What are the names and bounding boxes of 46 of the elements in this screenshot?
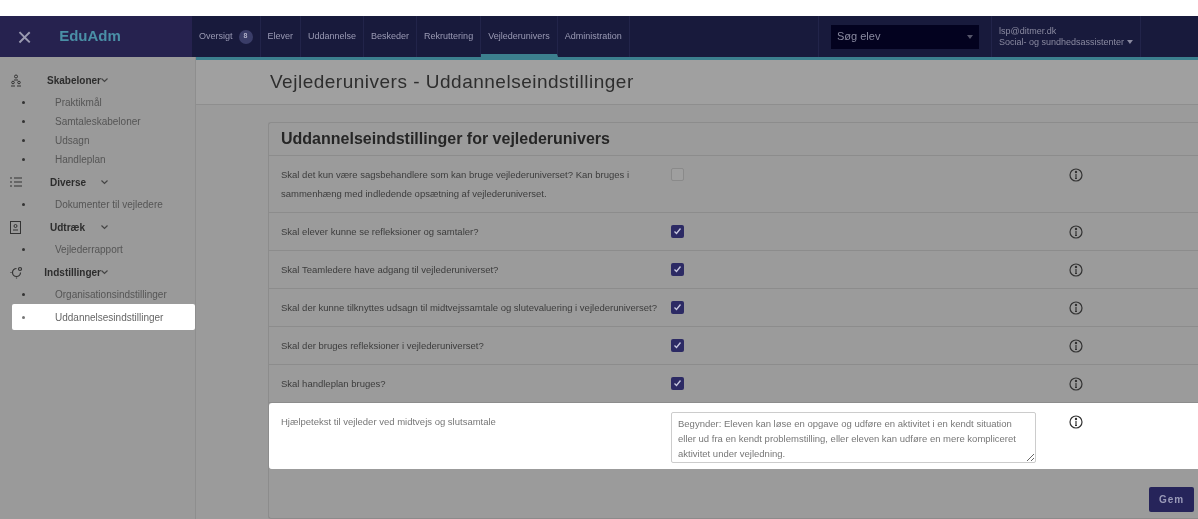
info-icon[interactable] <box>1069 415 1083 429</box>
checkbox[interactable] <box>671 339 684 352</box>
setting-label: Hjælpetekst til vejleder ved midtvejs og slutsamtale <box>281 415 497 429</box>
setting-label: Skal Teamledere have adgang til vejlederuniverset? <box>281 263 500 277</box>
check-icon <box>673 379 682 388</box>
card-title: Uddannelseindstillinger for vejlederunivers <box>281 129 610 149</box>
caret-icon <box>967 34 973 39</box>
sidebar-item[interactable]: Samtaleskabeloner <box>0 112 195 131</box>
text-area[interactable]: Begynder: Eleven kan løse en opgave og udføre en aktivitet i en kendt situation eller ud fra en kendt problemstilling, eller eleven kan udføre en mere kompliceret aktivitet under vejledning. <box>671 412 1036 463</box>
chevron-down-icon <box>101 77 108 83</box>
chevron-down-icon <box>101 224 108 230</box>
search-field[interactable]: Søg elev <box>831 24 979 49</box>
sidebar-item[interactable]: Vejlederrapport <box>0 240 195 259</box>
chevron-down-icon <box>101 179 108 185</box>
sidebar-item[interactable]: Uddannelsesindstillinger <box>12 304 195 330</box>
close-button[interactable]: × <box>17 23 33 50</box>
sidebar-group[interactable]: Skabeloner <box>0 67 196 93</box>
list-icon <box>10 177 22 187</box>
user-email: lsp@ditmer.dk <box>999 25 1058 37</box>
gear-icon <box>10 265 23 279</box>
check-icon <box>673 341 682 350</box>
checkbox[interactable] <box>671 301 684 314</box>
checkbox[interactable] <box>671 225 684 238</box>
people-icon <box>10 73 22 87</box>
sidebar-item[interactable]: Udsagn <box>0 131 195 150</box>
sidebar-item[interactable]: Handleplan <box>0 150 195 169</box>
caret-icon <box>1127 40 1133 44</box>
chevron-down-icon <box>101 269 108 275</box>
document-icon <box>10 220 21 234</box>
sidebar-group[interactable]: Diverse <box>0 169 196 195</box>
checkbox[interactable] <box>671 263 684 276</box>
save-button[interactable]: Gem <box>1149 487 1194 512</box>
role-dropdown[interactable]: Social- og sundhedsassistenter <box>999 36 1133 48</box>
page-title: Vejlederunivers - Uddannelseindstillinger <box>270 69 634 94</box>
setting-label: Skal handleplan bruges? <box>281 377 387 391</box>
check-icon <box>673 303 682 312</box>
check-icon <box>673 227 682 236</box>
app-title: EduAdm <box>59 26 121 47</box>
sidebar-item[interactable]: Praktikmål <box>0 93 195 112</box>
sidebar-item[interactable]: Organisationsindstillinger <box>0 285 195 304</box>
sidebar-item[interactable]: Dokumenter til vejledere <box>0 195 195 214</box>
check-icon <box>673 265 682 274</box>
checkbox[interactable] <box>671 377 684 390</box>
sidebar-group[interactable]: Indstillinger <box>0 259 196 285</box>
sidebar-group[interactable]: Udtræk <box>0 214 196 240</box>
setting-label: Skal elever kunne se refleksioner og samtaler? <box>281 225 480 239</box>
